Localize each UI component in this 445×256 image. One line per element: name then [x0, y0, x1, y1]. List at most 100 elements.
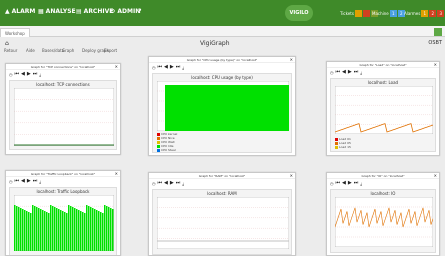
series-bar — [102, 213, 104, 251]
first-icon[interactable]: ⏮ — [336, 69, 341, 75]
series-bar — [78, 210, 80, 251]
last-icon[interactable]: ⏭ — [176, 180, 181, 186]
graph-area: localhost: RAM — [152, 189, 292, 255]
home-icon[interactable]: ⌂ — [5, 40, 9, 47]
next-icon[interactable]: ▶ — [348, 180, 352, 186]
tickets-box-2 — [362, 10, 370, 17]
series-bar — [80, 211, 82, 251]
first-icon[interactable]: ⏮ — [15, 178, 20, 184]
nav-analyse[interactable]: ▦ ANALYSE — [38, 8, 76, 15]
next-icon[interactable]: ▶ — [348, 69, 352, 75]
last-icon[interactable]: ⏭ — [354, 69, 359, 75]
series-bar — [94, 209, 96, 251]
close-icon[interactable]: ✕ — [115, 171, 118, 177]
legend-item: Load 15 — [335, 145, 351, 149]
next-icon[interactable]: ▶ — [27, 71, 31, 77]
timeframe-icon[interactable]: ◷ — [152, 65, 156, 70]
timeframe-icon[interactable]: ◷ — [330, 181, 334, 186]
vigilo-logo: VIGILO — [285, 5, 313, 21]
export-icon[interactable]: ⤓ — [360, 70, 362, 75]
series-bar — [76, 209, 78, 251]
timeframe-icon[interactable]: ◷ — [9, 72, 13, 77]
machine-box-1: 1 — [389, 10, 397, 17]
toolbar-bases[interactable]: Bases/data — [42, 48, 64, 53]
first-icon[interactable]: ⏮ — [158, 64, 163, 70]
tab-workshop[interactable]: Workshop — [0, 28, 30, 37]
tab-add-button[interactable] — [434, 28, 442, 36]
panel-toolbar: ◷ ⏮ ◀ ▶ ⏭ ⤓ — [327, 179, 439, 187]
toolbar-export[interactable]: Export — [104, 48, 117, 53]
tab-bar — [0, 26, 445, 37]
export-icon[interactable]: ⤓ — [360, 181, 362, 186]
last-icon[interactable]: ⏭ — [33, 71, 38, 77]
nav-alarm[interactable]: ▲ ALARM — [5, 8, 35, 15]
export-icon[interactable]: ⤓ — [182, 65, 184, 70]
series-bar — [92, 208, 94, 251]
gear-icon: ⚙ — [110, 8, 116, 15]
graph-area: localhost: IO — [330, 189, 436, 253]
graph-title: localhost: TCP connections — [36, 82, 90, 87]
export-icon[interactable]: ⤓ — [39, 179, 41, 184]
next-icon[interactable]: ▶ — [27, 178, 31, 184]
graph-title: localhost: CPU usage (by type) — [191, 75, 253, 80]
prev-icon[interactable]: ◀ — [342, 180, 346, 186]
nav-archive[interactable]: ▤ ARCHIVE — [76, 8, 113, 15]
timeframe-icon[interactable]: ◷ — [152, 181, 156, 186]
series-bar — [58, 209, 60, 251]
graph-area: localhost: Traffic Loopback — [9, 187, 117, 255]
toolbar-aide[interactable]: Aide — [26, 48, 35, 53]
close-icon[interactable]: ✕ — [434, 62, 437, 68]
prev-icon[interactable]: ◀ — [21, 178, 25, 184]
alarms-box-3: 3 — [437, 10, 445, 17]
next-icon[interactable]: ▶ — [170, 180, 174, 186]
prev-icon[interactable]: ◀ — [164, 180, 168, 186]
series-bar — [40, 209, 42, 251]
timeframe-icon[interactable]: ◷ — [330, 70, 334, 75]
machine-status[interactable]: Machine 1 2 — [372, 9, 405, 18]
alarms-status[interactable]: Alarmes 1 2 3 — [404, 9, 445, 18]
graph-title: localhost: IO — [370, 191, 396, 196]
last-icon[interactable]: ⏭ — [354, 180, 359, 186]
prev-icon[interactable]: ◀ — [21, 71, 25, 77]
last-icon[interactable]: ⏭ — [33, 178, 38, 184]
panel-header: Graph for "IO" on "localhost" — [361, 174, 405, 178]
alarms-box-2: 2 — [429, 10, 437, 17]
panel-toolbar: ◷ ⏮ ◀ ▶ ⏭ ⤓ — [327, 68, 439, 76]
first-icon[interactable]: ⏮ — [15, 71, 20, 77]
series-bar — [22, 209, 24, 251]
toolbar-retour[interactable]: Retour — [4, 48, 17, 53]
graph-svg — [335, 197, 433, 247]
timeframe-icon[interactable]: ◷ — [9, 179, 13, 184]
first-icon[interactable]: ⏮ — [158, 180, 163, 186]
toolbar-graph[interactable]: Graph — [62, 48, 74, 53]
archive-icon: ▤ — [76, 8, 82, 15]
next-icon[interactable]: ▶ — [170, 64, 174, 70]
close-icon[interactable]: ✕ — [115, 64, 118, 70]
prev-icon[interactable]: ◀ — [342, 69, 346, 75]
series-bar — [110, 208, 112, 251]
graph-area: localhost: CPU usage (by type) CPU kerne… — [152, 73, 292, 153]
last-icon[interactable]: ⏭ — [176, 64, 181, 70]
graph-svg — [157, 81, 289, 131]
series-bar — [66, 213, 68, 251]
series-bar — [108, 207, 110, 251]
export-icon[interactable]: ⤓ — [39, 72, 41, 77]
panel-header: Graph for "Traffic Loopback" on "localho… — [30, 172, 96, 176]
series-area — [165, 85, 289, 131]
series-bar — [42, 210, 44, 251]
nav-help[interactable]: ? — [138, 8, 141, 15]
alarms-box-1: 1 — [421, 10, 429, 17]
close-icon[interactable]: ✕ — [434, 173, 437, 179]
export-icon[interactable]: ⤓ — [182, 181, 184, 186]
page-title-right: OSBT — [428, 40, 442, 46]
panel-io: Graph for "IO" on "localhost" ✕ ◷ ⏮ ◀ ▶ ⏭… — [326, 172, 440, 256]
graph-svg — [14, 195, 114, 251]
series-bar — [88, 206, 90, 251]
first-icon[interactable]: ⏮ — [336, 180, 341, 186]
prev-icon[interactable]: ◀ — [164, 64, 168, 70]
nav-admin[interactable]: ⚙ ADMIN — [110, 8, 140, 15]
close-icon[interactable]: ✕ — [290, 173, 293, 179]
close-icon[interactable]: ✕ — [290, 57, 293, 63]
graph-title: localhost: Load — [367, 80, 399, 85]
series-bar — [84, 213, 86, 251]
